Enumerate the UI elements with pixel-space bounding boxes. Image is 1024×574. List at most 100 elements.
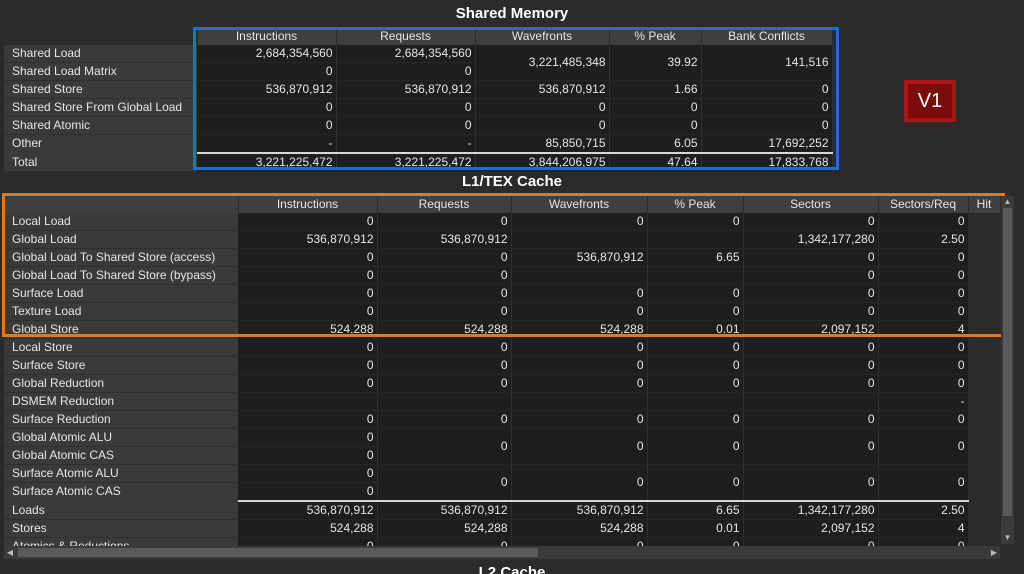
cell: 0 bbox=[647, 464, 744, 502]
column-header[interactable]: Sectors/Req bbox=[878, 196, 969, 213]
cell: 0 bbox=[878, 284, 969, 303]
cell bbox=[511, 266, 648, 285]
row-label: Texture Load bbox=[4, 302, 238, 321]
cell: 0 bbox=[743, 302, 879, 321]
cell: 2,097,152 bbox=[743, 519, 879, 538]
cell: 47.64 bbox=[609, 152, 702, 172]
table-row: Surface Atomic ALU 0 0 0 0 0 0 bbox=[4, 464, 1000, 502]
cell: 0 bbox=[647, 374, 744, 393]
cell bbox=[968, 392, 1000, 411]
cell: 0 bbox=[647, 410, 744, 429]
cell bbox=[968, 320, 1000, 339]
column-header[interactable]: Instructions bbox=[197, 28, 337, 45]
empty-cell bbox=[968, 464, 1000, 483]
cell: 0 bbox=[238, 410, 378, 429]
cell: 1.66 bbox=[609, 80, 702, 99]
cell: 536,870,912 bbox=[377, 230, 512, 249]
cell: 536,870,912 bbox=[475, 80, 610, 99]
column-header[interactable]: % Peak bbox=[609, 28, 702, 45]
horizontal-scrollbar[interactable]: ◀ ▶ bbox=[4, 546, 1000, 559]
cell: 0.01 bbox=[647, 320, 744, 339]
table-row: Shared Load 2,684,354,560 2,684,354,560 … bbox=[4, 45, 1014, 81]
row-label: Surface Atomic CAS bbox=[4, 482, 238, 502]
cell: 0 bbox=[743, 284, 879, 303]
cell bbox=[647, 230, 744, 249]
empty-cell bbox=[832, 45, 1014, 63]
cell: 141,516 bbox=[701, 45, 833, 81]
cell: 0 bbox=[878, 266, 969, 285]
total-row: Total 3,221,225,472 3,221,225,472 3,844,… bbox=[4, 152, 1014, 172]
empty-cell bbox=[968, 482, 1000, 501]
cell: 536,870,912 bbox=[336, 80, 476, 99]
cell: 0 bbox=[238, 446, 378, 465]
cell: 0 bbox=[743, 428, 879, 465]
cell: 39.92 bbox=[609, 45, 702, 81]
column-header[interactable]: Requests bbox=[377, 196, 512, 213]
cell: 0 bbox=[238, 374, 378, 393]
cell: 17,692,252 bbox=[701, 134, 833, 154]
scroll-up-icon[interactable]: ▲ bbox=[1001, 196, 1014, 208]
row-label: Shared Load Matrix bbox=[4, 62, 197, 81]
column-header[interactable]: Requests bbox=[336, 28, 476, 45]
cell bbox=[647, 266, 744, 285]
column-header[interactable]: Hit bbox=[968, 196, 1001, 213]
column-header[interactable]: Bank Conflicts bbox=[701, 28, 833, 45]
scroll-right-icon[interactable]: ▶ bbox=[988, 546, 1000, 559]
table-row: Texture Load 0 0 0 0 0 0 bbox=[4, 302, 1000, 321]
row-label: Surface Atomic ALU bbox=[4, 464, 238, 483]
cell: 0 bbox=[701, 98, 833, 117]
cell bbox=[968, 230, 1000, 249]
table-row: DSMEM Reduction - bbox=[4, 392, 1000, 411]
row-label: DSMEM Reduction bbox=[4, 392, 238, 411]
table-row: Surface Load 0 0 0 0 0 0 bbox=[4, 284, 1000, 303]
header-spacer bbox=[4, 28, 198, 45]
row-label: Local Store bbox=[4, 338, 238, 357]
cell: 0 bbox=[511, 302, 648, 321]
cell: - bbox=[336, 134, 476, 154]
cell: 0 bbox=[238, 428, 378, 447]
column-header[interactable]: Instructions bbox=[238, 196, 378, 213]
cell: 6.05 bbox=[609, 134, 702, 154]
table-row: Global Reduction 0 0 0 0 0 0 bbox=[4, 374, 1000, 393]
row-label: Surface Store bbox=[4, 356, 238, 375]
column-header[interactable]: Wavefronts bbox=[511, 196, 648, 213]
row-label: Global Load To Shared Store (bypass) bbox=[4, 266, 238, 285]
row-label: Shared Atomic bbox=[4, 116, 197, 135]
cell: 0 bbox=[878, 248, 969, 267]
cell bbox=[968, 338, 1000, 357]
table-row: Global Load 536,870,912 536,870,912 1,342,1… bbox=[4, 230, 1000, 249]
table-row: Local Store 0 0 0 0 0 0 bbox=[4, 338, 1000, 357]
cell: 0 bbox=[336, 98, 476, 117]
column-header[interactable]: Wavefronts bbox=[475, 28, 610, 45]
cell: 536,870,912 bbox=[377, 500, 512, 520]
cell: 536,870,912 bbox=[511, 500, 648, 520]
row-label: Surface Load bbox=[4, 284, 238, 303]
cell: 0 bbox=[377, 428, 512, 465]
cell: 0 bbox=[197, 62, 337, 81]
table-row: Global Store 524,288 524,288 524,288 0.01 2,0… bbox=[4, 320, 1000, 339]
table-row: Surface Reduction 0 0 0 0 0 0 bbox=[4, 410, 1000, 429]
shared-memory-table: Instructions Requests Wavefronts % Peak … bbox=[4, 28, 1015, 172]
column-header[interactable]: Sectors bbox=[743, 196, 879, 213]
scroll-down-icon[interactable]: ▼ bbox=[1001, 532, 1014, 544]
column-header[interactable]: % Peak bbox=[647, 196, 744, 213]
cell: 0 bbox=[377, 213, 512, 231]
vertical-scrollbar[interactable]: ▲ ▼ bbox=[1001, 196, 1014, 544]
scroll-left-icon[interactable]: ◀ bbox=[4, 546, 16, 559]
shared-memory-title: Shared Memory bbox=[455, 5, 569, 22]
cell bbox=[968, 501, 1000, 520]
cell: 2,684,354,560 bbox=[197, 45, 337, 63]
cell: 0 bbox=[878, 302, 969, 321]
cell: 0 bbox=[238, 248, 378, 267]
cell: 0 bbox=[238, 266, 378, 285]
cell: 2.50 bbox=[878, 230, 969, 249]
cell: 0 bbox=[743, 338, 879, 357]
cell: 0 bbox=[878, 374, 969, 393]
cell: 0 bbox=[377, 464, 512, 502]
vertical-scroll-thumb[interactable] bbox=[1003, 208, 1012, 516]
empty-cell bbox=[832, 62, 1014, 81]
row-label: Total bbox=[4, 152, 197, 172]
cell bbox=[968, 248, 1000, 267]
cell bbox=[647, 392, 744, 411]
horizontal-scroll-thumb[interactable] bbox=[18, 548, 538, 557]
